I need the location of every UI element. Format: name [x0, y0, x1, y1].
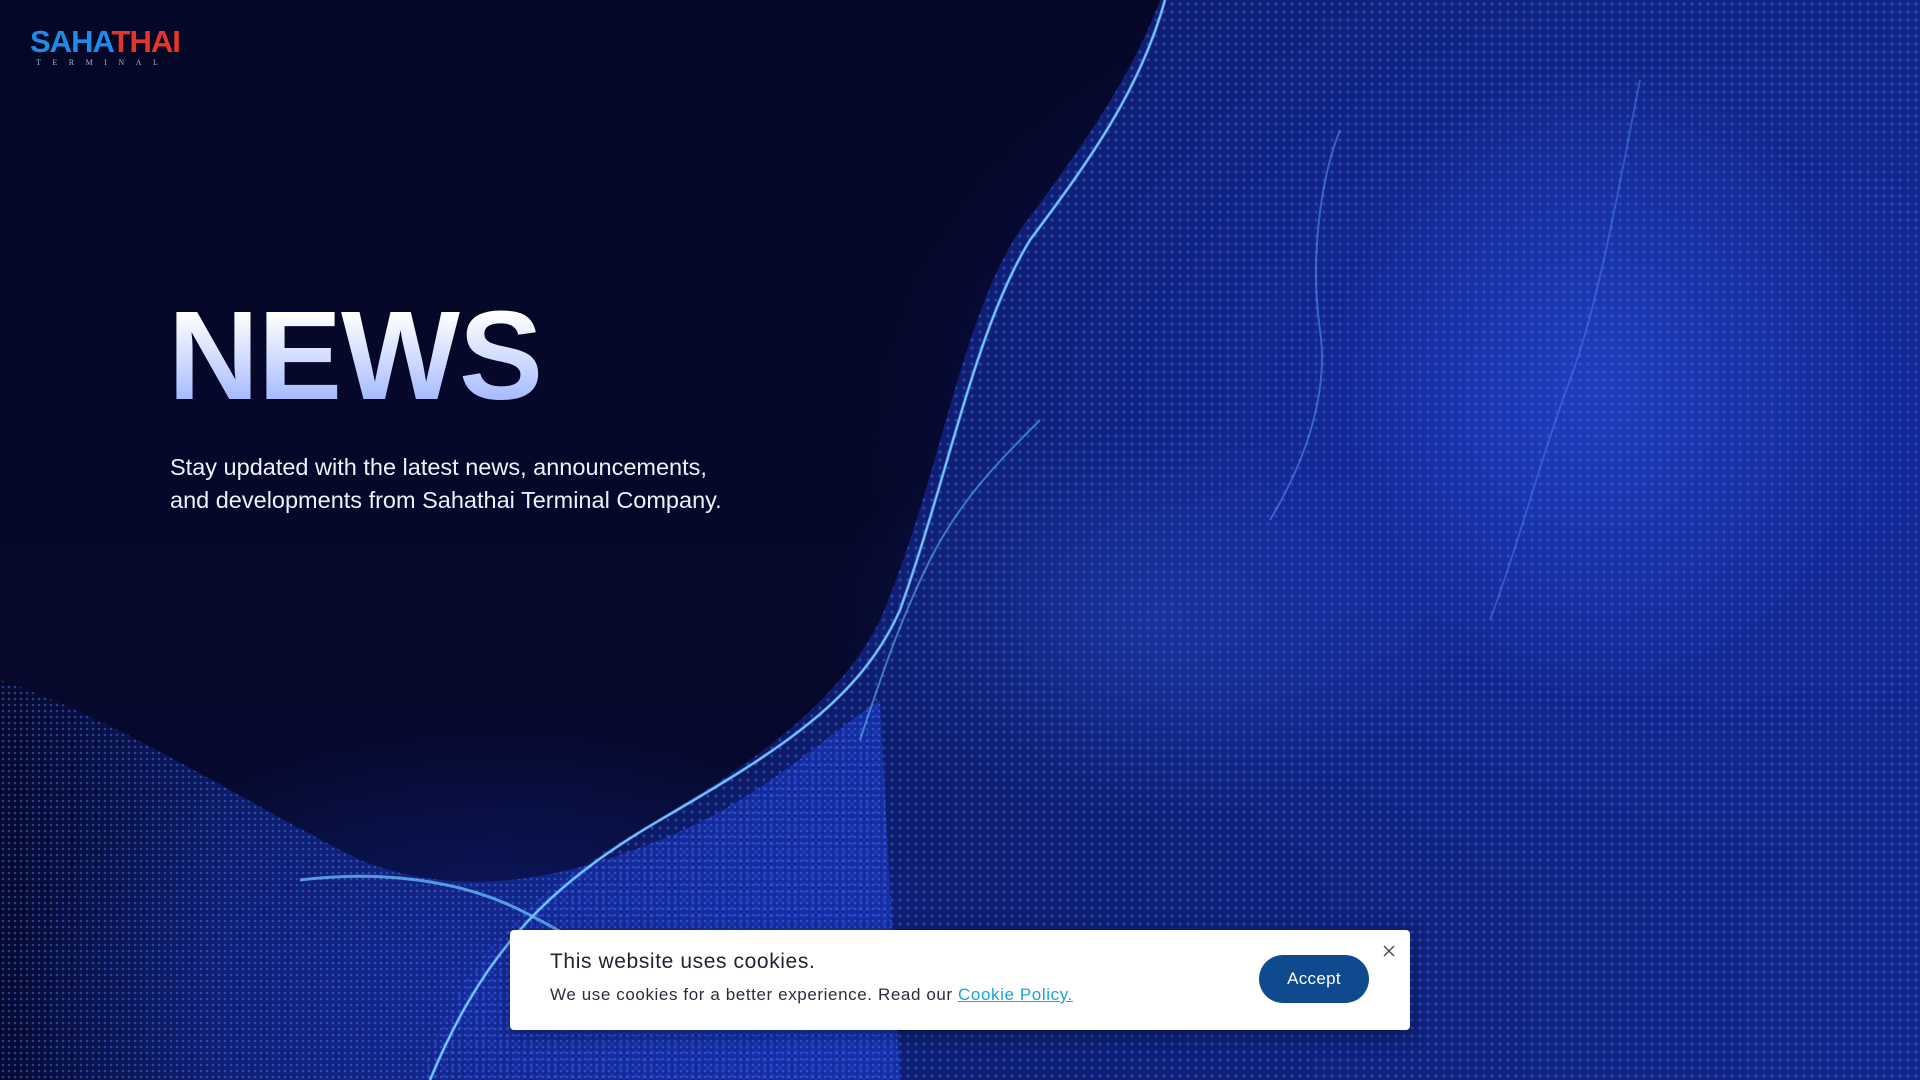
close-icon[interactable]	[1381, 943, 1397, 959]
sahathai-logo[interactable]: SAHATHAI TERMINAL	[30, 24, 181, 68]
cookie-policy-link[interactable]: Cookie Policy.	[958, 985, 1073, 1004]
page-description-line-1: Stay updated with the latest news, annou…	[170, 454, 707, 480]
page-description-line-2: and developments from Sahathai Terminal …	[170, 487, 722, 513]
logo-wordmark-thai: THAI	[111, 24, 181, 59]
page-description: Stay updated with the latest news, annou…	[170, 451, 790, 517]
cookie-banner-message: We use cookies for a better experience. …	[550, 985, 959, 1004]
accept-cookies-button[interactable]: Accept	[1259, 955, 1369, 1003]
logo-wordmark-saha: SAHA	[30, 24, 113, 59]
particle-wave-background	[0, 0, 1920, 1080]
page: SAHATHAI TERMINAL NEWS Stay updated with…	[0, 0, 1920, 1080]
cookie-banner-text: We use cookies for a better experience. …	[550, 985, 1073, 1005]
page-title: NEWS	[168, 285, 543, 426]
cookie-banner-title: This website uses cookies.	[550, 950, 816, 973]
logo-wordmark: SAHATHAI	[30, 24, 181, 59]
logo-subtitle: TERMINAL	[36, 58, 170, 67]
cookie-banner: This website uses cookies. We use cookie…	[510, 930, 1410, 1030]
